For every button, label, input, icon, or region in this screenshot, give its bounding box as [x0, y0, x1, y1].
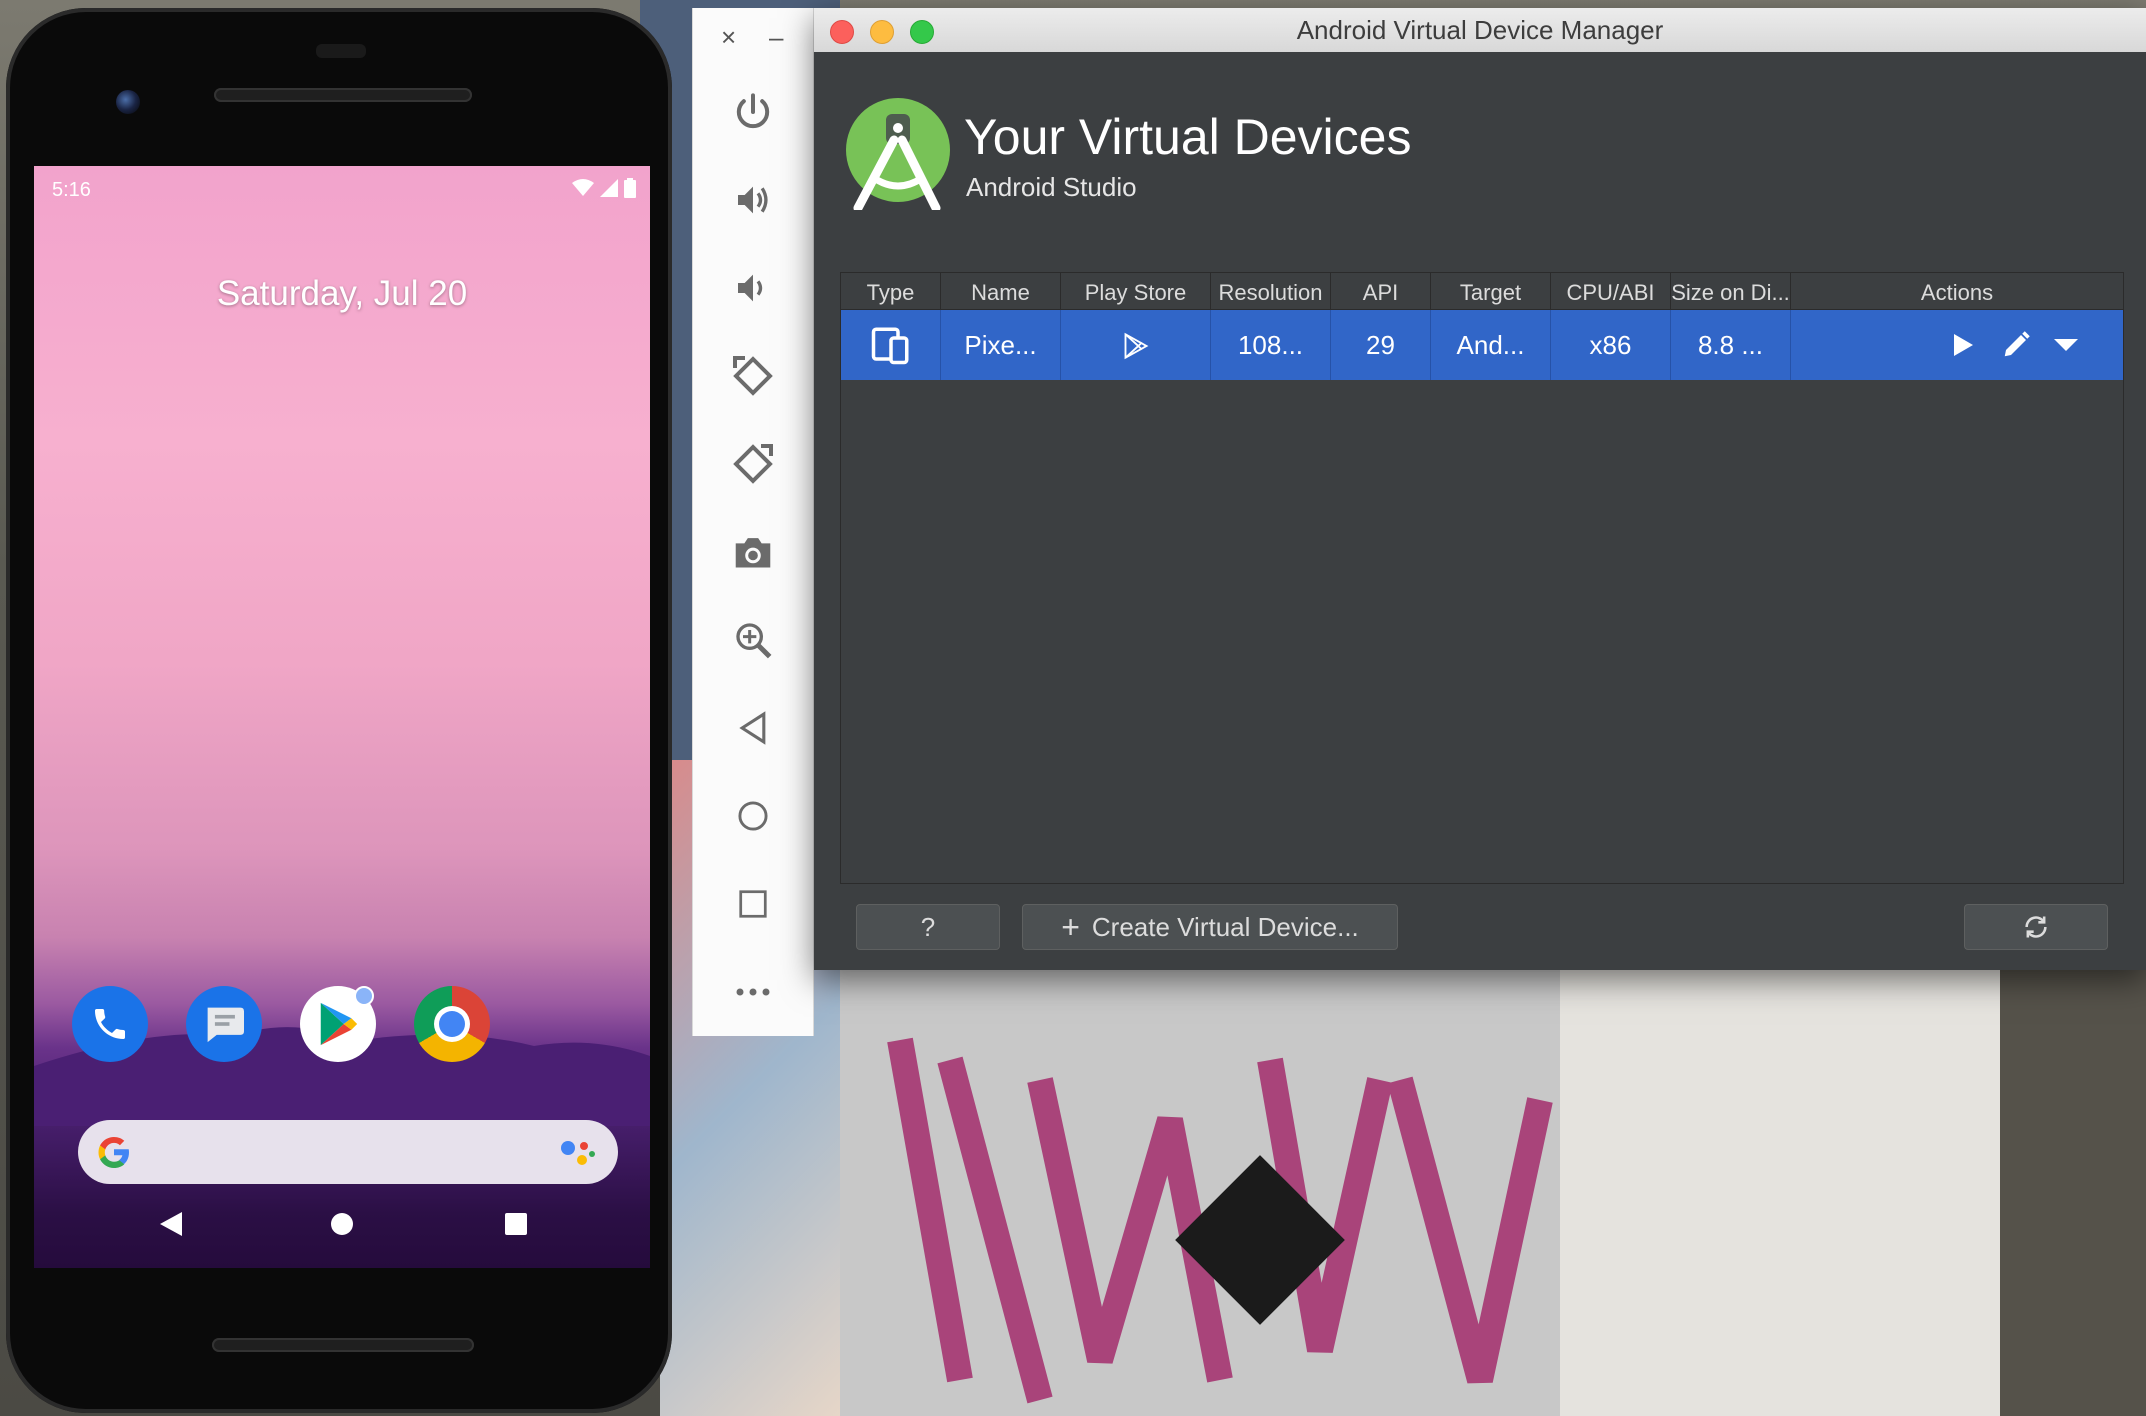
rotate-left-button[interactable]	[723, 346, 783, 406]
phone-app-icon[interactable]	[72, 986, 148, 1062]
cell-cpu-abi: x86	[1551, 310, 1671, 380]
phone-frame: 5:16 Saturday, Jul 20	[6, 8, 672, 1413]
status-time: 5:16	[52, 179, 91, 201]
edit-device-icon[interactable]	[2001, 330, 2031, 360]
nav-back-icon[interactable]	[158, 1210, 184, 1238]
cell-size-on-disk: 8.8 ...	[1671, 310, 1791, 380]
plus-icon: +	[1061, 908, 1080, 945]
assistant-icon[interactable]	[560, 1138, 596, 1168]
screenshot-button[interactable]	[723, 522, 783, 582]
power-button[interactable]	[723, 82, 783, 142]
cell-target: And...	[1431, 310, 1551, 380]
status-bar: 5:16	[34, 166, 650, 216]
navigation-bar	[34, 1186, 650, 1268]
volume-up-icon	[738, 186, 768, 214]
volume-down-icon	[738, 274, 763, 302]
messages-app-icon[interactable]	[186, 986, 262, 1062]
column-header-type[interactable]: Type	[841, 273, 941, 309]
earpiece-speaker	[214, 88, 472, 102]
signal-icon	[600, 179, 618, 197]
cell-play-store	[1061, 310, 1211, 380]
lockscreen-date: Saturday, Jul 20	[216, 274, 468, 313]
window-titlebar[interactable]: Android Virtual Device Manager	[814, 8, 2146, 53]
column-header-cpu-abi[interactable]: CPU/ABI	[1551, 273, 1671, 309]
create-virtual-device-button[interactable]: + Create Virtual Device...	[1022, 904, 1398, 950]
android-studio-logo-icon	[846, 98, 950, 210]
column-header-resolution[interactable]: Resolution	[1211, 273, 1331, 309]
device-menu-chevron-down-icon[interactable]	[2053, 338, 2079, 352]
chrome-app-icon[interactable]	[414, 986, 490, 1062]
column-header-name[interactable]: Name	[941, 273, 1061, 309]
device-table: Type Name Play Store Resolution API Targ…	[840, 272, 2124, 884]
refresh-button[interactable]	[1964, 904, 2108, 950]
avd-header: Your Virtual Devices Android Studio	[814, 52, 2146, 252]
play-store-app-icon[interactable]	[300, 986, 376, 1062]
rotate-left-icon	[733, 356, 773, 396]
phone-top-slit	[316, 44, 366, 58]
column-header-size-on-disk[interactable]: Size on Di...	[1671, 273, 1791, 309]
column-header-actions[interactable]: Actions	[1791, 273, 2123, 309]
help-button[interactable]: ?	[856, 904, 1000, 950]
back-icon	[739, 711, 766, 745]
bottom-speaker	[212, 1338, 474, 1352]
table-header: Type Name Play Store Resolution API Targ…	[841, 273, 2123, 310]
avd-heading: Your Virtual Devices	[964, 109, 1412, 165]
battery-icon	[624, 178, 636, 198]
graffiti-decoration	[887, 1037, 1553, 1404]
cell-actions	[1791, 310, 2123, 380]
nav-overview-icon[interactable]	[504, 1212, 528, 1236]
phone-screen[interactable]: 5:16 Saturday, Jul 20	[34, 166, 650, 1268]
phone-tablet-icon	[871, 327, 908, 365]
rotate-right-button[interactable]	[723, 434, 783, 494]
column-header-api[interactable]: API	[1331, 273, 1431, 309]
create-virtual-device-label: Create Virtual Device...	[1091, 911, 1359, 942]
nav-home-icon[interactable]	[330, 1212, 354, 1236]
overview-icon	[739, 890, 767, 918]
home-button[interactable]	[723, 786, 783, 846]
column-header-play-store[interactable]: Play Store	[1061, 273, 1211, 309]
refresh-icon	[2025, 916, 2047, 938]
run-device-icon[interactable]	[1951, 332, 1975, 358]
column-header-target[interactable]: Target	[1431, 273, 1551, 309]
cell-type	[841, 310, 941, 380]
overview-button[interactable]	[723, 874, 783, 934]
window-title: Android Virtual Device Manager	[1296, 15, 1664, 45]
volume-up-button[interactable]	[723, 170, 783, 230]
front-camera	[116, 90, 140, 114]
camera-icon	[735, 538, 771, 568]
zoom-button[interactable]	[723, 610, 783, 670]
cell-api: 29	[1331, 310, 1431, 380]
avd-subheading: Android Studio	[966, 172, 1137, 202]
google-logo-icon	[98, 1137, 129, 1168]
more-icon	[736, 988, 770, 996]
emulator-close-button[interactable]: ×	[721, 22, 736, 53]
google-search-bar[interactable]	[78, 1120, 618, 1184]
avd-manager-window: Android Virtual Device Manager Your Virt…	[814, 8, 2146, 970]
rotate-right-icon	[733, 444, 773, 484]
wifi-icon	[572, 179, 594, 196]
emulator-minimize-button[interactable]: –	[769, 22, 783, 53]
notification-dot	[354, 986, 374, 1006]
more-button[interactable]	[723, 962, 783, 1022]
emulator-toolbar: × –	[692, 8, 814, 1036]
cell-name: Pixe...	[941, 310, 1061, 380]
table-row[interactable]: Pixe... 108... 29 And... x86 8.8 ...	[841, 310, 2123, 380]
volume-down-button[interactable]	[723, 258, 783, 318]
play-store-icon	[1124, 332, 1148, 360]
power-icon	[736, 93, 770, 129]
cell-resolution: 108...	[1211, 310, 1331, 380]
zoom-icon	[736, 623, 772, 659]
back-button[interactable]	[723, 698, 783, 758]
home-icon	[738, 801, 768, 831]
